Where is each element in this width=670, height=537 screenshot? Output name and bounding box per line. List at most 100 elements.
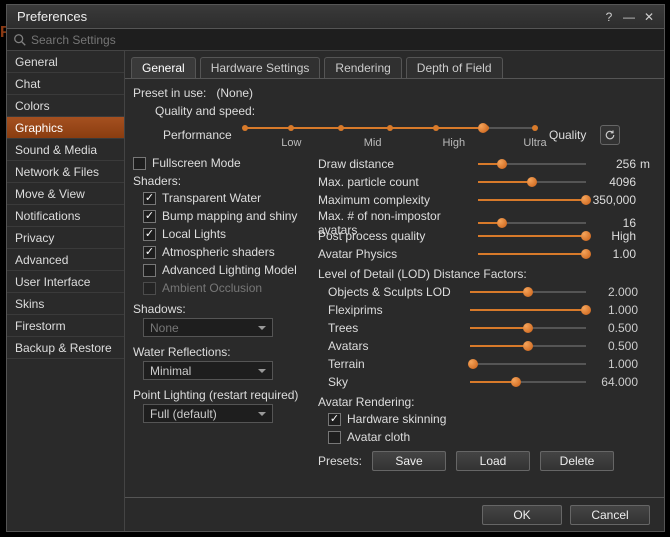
slider[interactable] (478, 157, 586, 171)
search-icon (13, 33, 27, 47)
slider[interactable] (470, 339, 586, 353)
tab-rendering[interactable]: Rendering (324, 57, 401, 78)
sidebar-item-advanced[interactable]: Advanced (7, 249, 124, 271)
checkbox[interactable] (143, 228, 156, 241)
window-title: Preferences (17, 9, 598, 24)
lod-value: 2.000 (588, 285, 638, 299)
sidebar-item-notifications[interactable]: Notifications (7, 205, 124, 227)
slider-unit: m (640, 157, 654, 171)
sidebar-item-skins[interactable]: Skins (7, 293, 124, 315)
slider[interactable] (470, 285, 586, 299)
checkbox (143, 282, 156, 295)
checkbox[interactable] (328, 431, 341, 444)
avren-label: Hardware skinning (347, 412, 446, 426)
avren-label: Avatar cloth (347, 430, 410, 444)
delete-button[interactable]: Delete (540, 451, 614, 471)
slider-value: 16 (588, 216, 638, 230)
shadows-title: Shadows: (133, 302, 306, 316)
water-title: Water Reflections: (133, 345, 306, 359)
close-icon[interactable]: ✕ (640, 8, 658, 26)
tab-depth-of-field[interactable]: Depth of Field (406, 57, 503, 78)
ok-button[interactable]: OK (482, 505, 562, 525)
checkbox[interactable] (143, 210, 156, 223)
slider-label: Max. particle count (318, 175, 476, 189)
slider-value: 256 (588, 157, 638, 171)
sidebar-item-chat[interactable]: Chat (7, 73, 124, 95)
slider[interactable] (470, 303, 586, 317)
refresh-button[interactable] (600, 125, 620, 145)
shader-label: Bump mapping and shiny (162, 209, 297, 223)
lod-value: 0.500 (588, 339, 638, 353)
quality-slider[interactable] (245, 121, 535, 135)
help-icon[interactable]: ? (600, 8, 618, 26)
shaders-title: Shaders: (133, 174, 306, 188)
preset-label: Preset in use: (133, 86, 206, 100)
sidebar-item-general[interactable]: General (7, 51, 124, 73)
sidebar-item-firestorm[interactable]: Firestorm (7, 315, 124, 337)
shader-label: Ambient Occlusion (162, 281, 262, 295)
checkbox[interactable] (143, 264, 156, 277)
shadows-dropdown[interactable]: None (143, 318, 273, 337)
pointlight-dropdown[interactable]: Full (default) (143, 404, 273, 423)
tab-hardware-settings[interactable]: Hardware Settings (200, 57, 321, 78)
preset-value: (None) (216, 86, 253, 100)
avatar-render-title: Avatar Rendering: (318, 395, 654, 409)
slider[interactable] (478, 193, 586, 207)
sidebar-item-network-files[interactable]: Network & Files (7, 161, 124, 183)
slider[interactable] (478, 247, 586, 261)
tab-general[interactable]: General (131, 57, 196, 78)
slider[interactable] (478, 229, 586, 243)
checkbox[interactable] (328, 413, 341, 426)
lod-label: Objects & Sculpts LOD (318, 285, 468, 299)
panel-general: Preset in use: (None) Quality and speed:… (125, 78, 664, 497)
sidebar-item-move-view[interactable]: Move & View (7, 183, 124, 205)
lod-label: Flexiprims (318, 303, 468, 317)
quality-title: Quality and speed: (155, 104, 255, 118)
fullscreen-checkbox[interactable] (133, 157, 146, 170)
minimize-icon[interactable]: — (620, 8, 638, 26)
search-input[interactable] (31, 33, 658, 47)
pointlight-title: Point Lighting (restart required) (133, 388, 306, 402)
slider[interactable] (470, 357, 586, 371)
slider-value: 1.00 (588, 247, 638, 261)
sidebar-item-user-interface[interactable]: User Interface (7, 271, 124, 293)
preferences-window: Preferences ? — ✕ GeneralChatColorsGraph… (6, 4, 665, 532)
lod-label: Terrain (318, 357, 468, 371)
presets-label: Presets: (318, 454, 362, 468)
sidebar-item-graphics[interactable]: Graphics (7, 117, 124, 139)
shader-label: Transparent Water (162, 191, 261, 205)
lod-value: 1.000 (588, 303, 638, 317)
fullscreen-label: Fullscreen Mode (152, 156, 241, 170)
slider-label: Avatar Physics (318, 247, 476, 261)
sidebar-item-colors[interactable]: Colors (7, 95, 124, 117)
cancel-button[interactable]: Cancel (570, 505, 650, 525)
slider-value: High (588, 229, 638, 243)
sidebar-item-backup-restore[interactable]: Backup & Restore (7, 337, 124, 359)
lod-label: Sky (318, 375, 468, 389)
load-button[interactable]: Load (456, 451, 530, 471)
lod-value: 1.000 (588, 357, 638, 371)
slider[interactable] (470, 321, 586, 335)
slider-value: 350,000 (588, 193, 638, 207)
checkbox[interactable] (143, 192, 156, 205)
sidebar-item-privacy[interactable]: Privacy (7, 227, 124, 249)
slider-label: Maximum complexity (318, 193, 476, 207)
slider[interactable] (478, 216, 586, 230)
save-button[interactable]: Save (372, 451, 446, 471)
slider[interactable] (470, 375, 586, 389)
titlebar[interactable]: Preferences ? — ✕ (7, 5, 664, 29)
shader-label: Advanced Lighting Model (162, 263, 297, 277)
search-bar (7, 29, 664, 51)
water-dropdown[interactable]: Minimal (143, 361, 273, 380)
slider-value: 4096 (588, 175, 638, 189)
footer: OK Cancel (125, 497, 664, 531)
checkbox[interactable] (143, 246, 156, 259)
quality-left-label: Performance (163, 128, 239, 142)
slider-label: Draw distance (318, 157, 476, 171)
lod-title: Level of Detail (LOD) Distance Factors: (318, 267, 654, 281)
tick-low: Low (281, 137, 301, 149)
sidebar-item-sound-media[interactable]: Sound & Media (7, 139, 124, 161)
slider[interactable] (478, 175, 586, 189)
lod-label: Avatars (318, 339, 468, 353)
shader-label: Atmospheric shaders (162, 245, 275, 259)
